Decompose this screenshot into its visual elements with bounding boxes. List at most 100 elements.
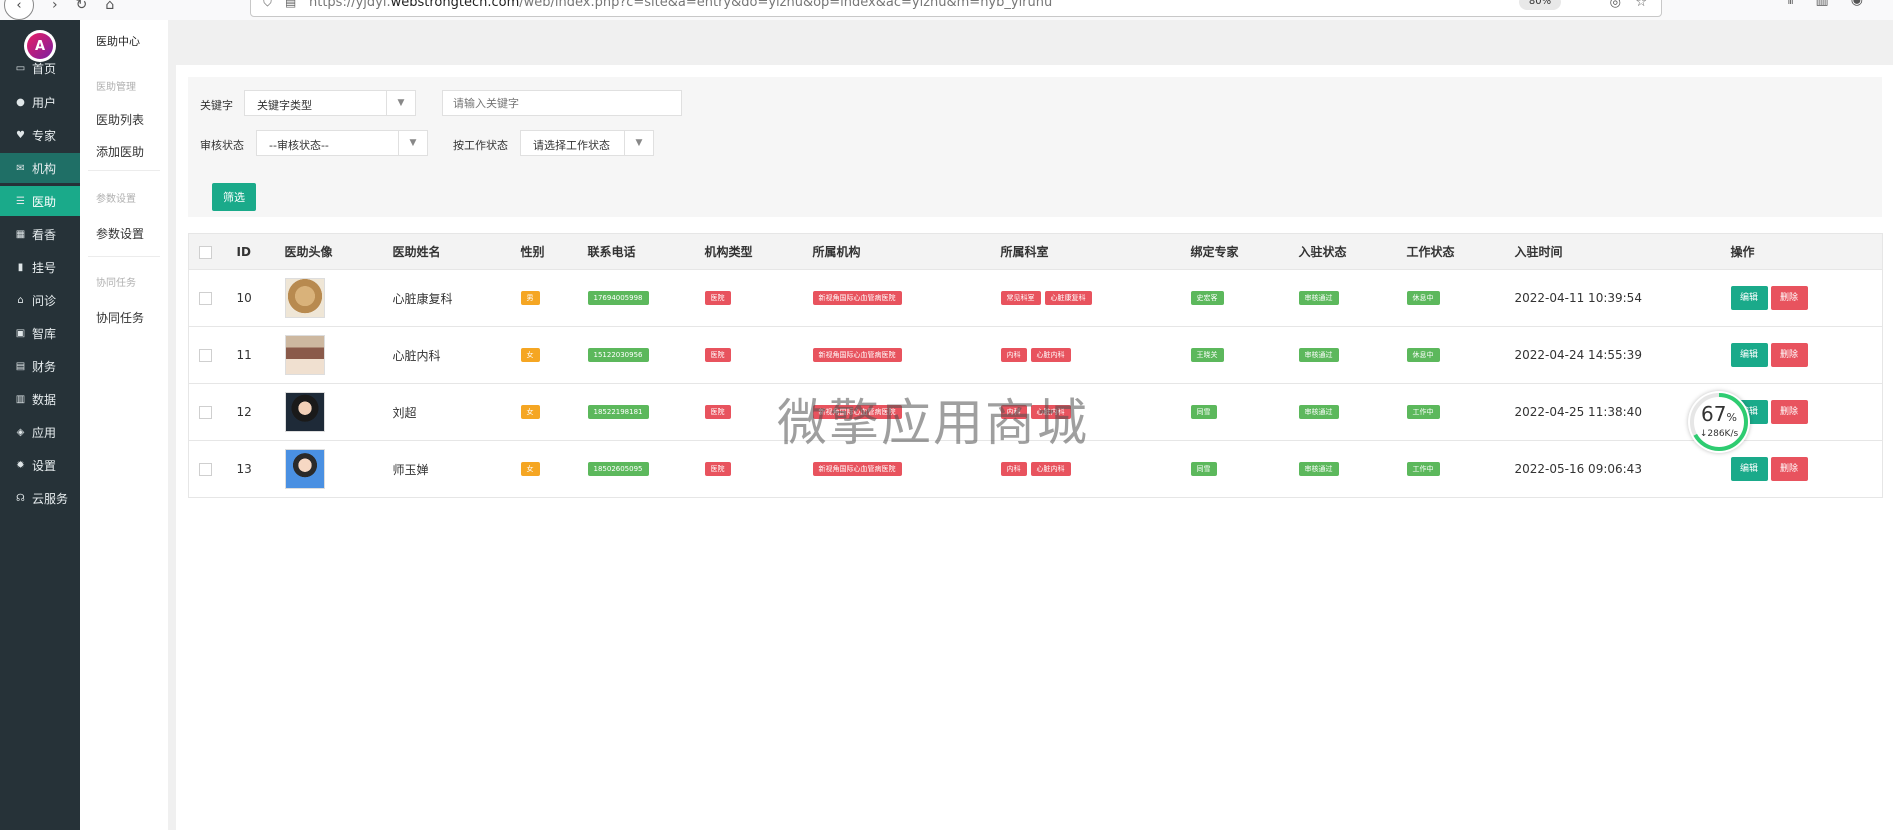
enter-status-tag: 审核通过 <box>1298 348 1339 363</box>
row-checkbox[interactable] <box>199 406 212 419</box>
forward-icon[interactable]: › <box>52 0 58 13</box>
sidebar-item[interactable]: ▣ 智库 <box>0 318 80 348</box>
org-cell: 新视角国际心血管病医院 <box>812 269 1001 327</box>
primary-sidebar: A ▭ 首页 ● 用户 ♥ 专家 ✉ 机构 ☰ 医助 ▦ 看香 ▮ 挂号 ⌂ 问诊 ▣ 智库 ▤ 财务 ▥ 数据 ◈ 应用 ✹ 设… <box>0 20 80 830</box>
back-icon[interactable]: ‹ <box>4 0 34 20</box>
org-tag: 新视角国际心血管病医院 <box>812 348 902 363</box>
edit-button[interactable]: 编辑 <box>1730 343 1768 367</box>
review-status-select[interactable]: --审核状态-- ▼ <box>256 130 428 156</box>
row-checkbox[interactable] <box>199 292 212 305</box>
sidebar-toggle-icon[interactable]: ▥ <box>1816 0 1829 8</box>
sidebar-item-label: 应用 <box>32 425 57 440</box>
work-status-label: 按工作状态 <box>453 139 508 152</box>
dept-tag: 常见科室 <box>1000 291 1041 306</box>
keyword-type-value: 关键字类型 <box>257 99 312 112</box>
gender-tag: 女 <box>520 348 540 363</box>
delete-button[interactable]: 删除 <box>1770 343 1808 367</box>
actions-cell: 编辑 删除 <box>1730 326 1883 384</box>
sidebar-item-label: 问诊 <box>32 293 57 308</box>
sidebar-item[interactable]: ▮ 挂号 <box>0 252 80 282</box>
column-header: 操作 <box>1730 233 1883 270</box>
sidebar-item[interactable]: ▤ 财务 <box>0 351 80 381</box>
cubes-icon: ◈ <box>16 426 25 438</box>
tracking-shield-icon[interactable]: ◎ <box>1610 0 1621 10</box>
org-type-tag: 医院 <box>704 405 731 420</box>
sidebar-item-label: 云服务 <box>32 491 69 506</box>
work-status-select[interactable]: 请选择工作状态 ▼ <box>520 130 654 156</box>
row-checkbox[interactable] <box>199 349 212 362</box>
link-collaborative-tasks[interactable]: 协同任务 <box>96 309 144 326</box>
sidebar-item[interactable]: ◈ 应用 <box>0 417 80 447</box>
network-speed-widget[interactable]: 67% ↓286K/s <box>1688 391 1750 453</box>
address-bar[interactable]: ⛉ ▤ https://yjdyi.webstrongtech.com/web/… <box>250 0 1662 17</box>
edit-button[interactable]: 编辑 <box>1730 457 1768 481</box>
bar-chart-icon: ▮ <box>17 261 24 273</box>
name-cell: 刘超 <box>392 383 521 441</box>
delete-button[interactable]: 删除 <box>1770 457 1808 481</box>
sidebar-item[interactable]: ▥ 数据 <box>0 384 80 414</box>
bookmark-star-icon[interactable]: ☆ <box>1635 0 1647 10</box>
account-icon[interactable]: ◉ <box>1851 0 1863 8</box>
column-header: 绑定专家 <box>1190 233 1299 270</box>
table-icon: ▦ <box>15 228 26 240</box>
row-select-cell <box>188 440 237 498</box>
expert-tag: 王晓关 <box>1190 348 1224 363</box>
link-assistant-list[interactable]: 医助列表 <box>96 111 144 128</box>
edit-button[interactable]: 编辑 <box>1730 286 1768 310</box>
dept-tag: 内科 <box>1000 348 1027 363</box>
link-parameter-settings[interactable]: 参数设置 <box>96 225 144 242</box>
avatar-cell <box>284 269 393 327</box>
actions-cell: 编辑 删除 <box>1730 440 1883 498</box>
divider <box>88 170 160 171</box>
phone-cell: 18522198181 <box>587 383 705 441</box>
sidebar-item[interactable]: ☰ 医助 <box>0 186 80 216</box>
library-icon[interactable]: ⫴ <box>1788 0 1794 8</box>
sidebar-item[interactable]: ⌂ 问诊 <box>0 285 80 315</box>
org-type-tag: 医院 <box>704 291 731 306</box>
phone-tag: 17694005998 <box>587 291 649 306</box>
phone-tag: 18502605095 <box>587 462 649 477</box>
phone-tag: 15122030956 <box>587 348 649 363</box>
dept-cell: 内科 心脏内科 <box>1000 383 1191 441</box>
sidebar-item[interactable]: ✹ 设置 <box>0 450 80 480</box>
expert-tag: 同雪 <box>1190 405 1217 420</box>
top-strip <box>168 20 1893 65</box>
work-status-tag: 休息中 <box>1406 291 1440 306</box>
sidebar-item[interactable]: ✉ 机构 <box>0 153 80 183</box>
column-header: 工作状态 <box>1406 233 1515 270</box>
zoom-level[interactable]: 80% <box>1519 0 1561 10</box>
gender-cell: 女 <box>520 383 588 441</box>
gear-icon: ✹ <box>16 459 25 471</box>
filter-button[interactable]: 筛选 <box>212 183 256 211</box>
row-select-cell <box>188 269 237 327</box>
sidebar-item[interactable]: ♥ 专家 <box>0 120 80 150</box>
time-cell: 2022-04-11 10:39:54 <box>1514 269 1731 327</box>
table-header-row: ID 医助头像 医助姓名 性别 联系电话 机构类型 所属机构 所属科室 绑定专家… <box>188 233 1883 270</box>
reload-icon[interactable]: ↻ <box>76 0 88 13</box>
work-status-value: 请选择工作状态 <box>533 139 610 152</box>
headset-icon: ☊ <box>16 492 25 504</box>
row-checkbox[interactable] <box>199 463 212 476</box>
expert-cell: 史宏客 <box>1190 269 1299 327</box>
sidebar-item-label: 机构 <box>32 161 57 176</box>
column-header: 联系电话 <box>587 233 705 270</box>
sidebar-item[interactable]: ☊ 云服务 <box>0 483 80 513</box>
sidebar-item-label: 挂号 <box>32 260 57 275</box>
delete-button[interactable]: 删除 <box>1770 400 1808 424</box>
sidebar-item-label: 医助 <box>32 194 57 209</box>
org-cell: 新视角国际心血管病医院 <box>812 383 1001 441</box>
sidebar-item[interactable]: ▭ 首页 <box>0 53 80 83</box>
org-cell: 新视角国际心血管病医院 <box>812 440 1001 498</box>
enter-status-cell: 审核通过 <box>1298 326 1407 384</box>
select-all-checkbox[interactable] <box>199 245 212 259</box>
keyword-input[interactable] <box>442 90 682 116</box>
column-header: 性别 <box>520 233 588 270</box>
home-icon[interactable]: ⌂ <box>105 0 114 13</box>
sidebar-item-label: 数据 <box>32 392 57 407</box>
envelope-icon: ✉ <box>16 162 25 174</box>
keyword-type-select[interactable]: 关键字类型 ▼ <box>244 90 416 116</box>
link-add-assistant[interactable]: 添加医助 <box>96 143 144 160</box>
sidebar-item[interactable]: ▦ 看香 <box>0 219 80 249</box>
sidebar-item[interactable]: ● 用户 <box>0 87 80 117</box>
delete-button[interactable]: 删除 <box>1770 286 1808 310</box>
